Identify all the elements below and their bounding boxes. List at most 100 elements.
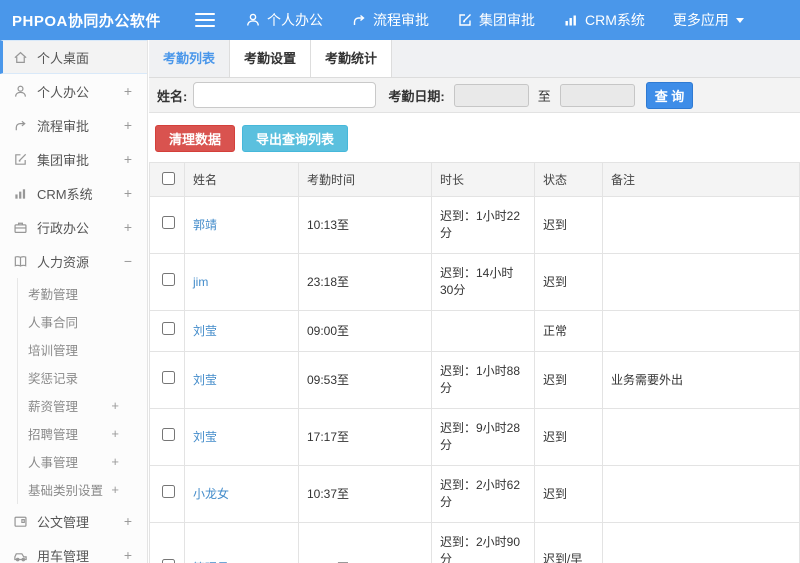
name-label: 姓名: (157, 88, 188, 104)
row-checkbox[interactable] (162, 273, 175, 286)
note (602, 408, 800, 466)
attendance-time: 09:00至 (298, 310, 432, 352)
expand-plus-icon[interactable]: + (124, 185, 132, 201)
employee-name-link[interactable]: 刘莹 (184, 351, 299, 409)
expand-plus-icon[interactable]: + (111, 482, 119, 497)
expand-plus-icon[interactable]: + (124, 117, 132, 133)
car-icon (13, 548, 28, 563)
sidebar-item-label: 公文管理 (37, 514, 90, 530)
sidebar-item-label: 行政办公 (37, 220, 90, 236)
sidebar-subitem-recruit-mgmt[interactable]: 招聘管理 + (18, 419, 147, 447)
main-content: 考勤列表 考勤设置 考勤统计 姓名: 考勤日期: 至 查 询 清理数据 导出查询… (149, 40, 800, 563)
sidebar-subitem-salary-mgmt[interactable]: 薪资管理 + (18, 391, 147, 419)
row-checkbox[interactable] (162, 322, 175, 335)
sidebar-subitem-label: 人事合同 (28, 315, 79, 330)
sidebar-item-personal-office[interactable]: 个人办公 + (0, 74, 147, 108)
status-badge: 迟到 (534, 351, 603, 409)
caret-down-icon (735, 15, 745, 25)
employee-name-link[interactable]: 郭靖 (184, 196, 299, 254)
tab-attendance-stats[interactable]: 考勤统计 (311, 40, 393, 77)
nav-label: 流程审批 (373, 12, 429, 28)
sidebar-item-document-mgmt[interactable]: 公文管理 + (0, 504, 147, 538)
row-checkbox[interactable] (162, 428, 175, 441)
expand-plus-icon[interactable]: + (124, 219, 132, 235)
user-icon (13, 84, 28, 99)
sidebar-subitem-training-mgmt[interactable]: 培训管理 (18, 335, 147, 363)
tab-bar: 考勤列表 考勤设置 考勤统计 (149, 40, 800, 78)
tab-attendance-list[interactable]: 考勤列表 (149, 40, 231, 77)
expand-plus-icon[interactable]: + (111, 398, 119, 413)
nav-workflow-approval[interactable]: 流程审批 (351, 10, 429, 30)
sidebar-subitem-label: 招聘管理 (28, 427, 79, 442)
attendance-time: 10:13至 (298, 196, 432, 254)
expand-plus-icon[interactable]: + (124, 83, 132, 99)
attendance-time: 23:18至 (298, 253, 432, 311)
sidebar-item-label: 集团审批 (37, 152, 90, 168)
sidebar-subitem-personnel-mgmt[interactable]: 人事管理 + (18, 447, 147, 475)
clean-data-button[interactable]: 清理数据 (155, 125, 236, 152)
col-header-name: 姓名 (184, 162, 299, 197)
name-input[interactable] (193, 82, 377, 108)
sidebar-item-crm-system[interactable]: CRM系统 + (0, 176, 147, 210)
nav-more-apps[interactable]: 更多应用 (673, 10, 745, 30)
sidebar-item-personal-desktop[interactable]: 个人桌面 (0, 40, 147, 74)
row-checkbox[interactable] (162, 485, 175, 498)
sidebar-subitem-label: 人事管理 (28, 455, 79, 470)
expand-plus-icon[interactable]: + (124, 513, 132, 529)
employee-name-link[interactable]: jim (184, 253, 299, 311)
duration: 迟到：2小时62分 (431, 465, 535, 523)
top-nav: 个人办公 流程审批 集团审批 CRM系统 更多应用 (245, 10, 745, 30)
nav-group-approval[interactable]: 集团审批 (457, 10, 535, 30)
sidebar-subitem-label: 薪资管理 (28, 399, 79, 414)
note: 业务需要外出 (602, 351, 800, 409)
employee-name-link[interactable]: 刘莹 (184, 310, 299, 352)
tab-attendance-settings[interactable]: 考勤设置 (230, 40, 312, 77)
filter-bar: 姓名: 考勤日期: 至 查 询 (149, 78, 800, 113)
hamburger-icon[interactable] (195, 13, 215, 27)
sidebar: 个人桌面 个人办公 + 流程审批 + 集团审批 + CRM系统 + 行政办公 + (0, 40, 148, 563)
nav-crm-system[interactable]: CRM系统 (563, 10, 645, 30)
sidebar-subitem-hr-contract[interactable]: 人事合同 (18, 307, 147, 335)
collapse-minus-icon[interactable]: − (124, 253, 132, 269)
sidebar-item-workflow-approval[interactable]: 流程审批 + (0, 108, 147, 142)
sidebar-item-group-approval[interactable]: 集团审批 + (0, 142, 147, 176)
sidebar-item-human-resources[interactable]: 人力资源 − (0, 244, 147, 278)
duration (431, 310, 535, 352)
sidebar-subitem-base-category[interactable]: 基础类别设置 + (18, 475, 147, 503)
employee-name-link[interactable]: 小龙女 (184, 465, 299, 523)
nav-label: 集团审批 (479, 12, 535, 28)
expand-plus-icon[interactable]: + (111, 426, 119, 441)
table-row: 郭靖 10:13至 迟到：1小时22分 迟到 (149, 196, 800, 254)
sidebar-subitem-label: 基础类别设置 (28, 483, 104, 498)
employee-name-link[interactable]: 管理员 (184, 522, 299, 563)
sidebar-item-admin-office[interactable]: 行政办公 + (0, 210, 147, 244)
nav-label: 更多应用 (672, 12, 729, 28)
attendance-table: 姓名 考勤时间 时长 状态 备注 郭靖 10:13至 迟到：1小时22分 迟到 (149, 162, 800, 563)
employee-name-link[interactable]: 刘莹 (184, 408, 299, 466)
row-checkbox[interactable] (162, 371, 175, 384)
document-icon (13, 514, 28, 529)
date-start-input[interactable] (453, 83, 529, 107)
export-list-button[interactable]: 导出查询列表 (242, 125, 349, 152)
sidebar-subitem-reward-punish[interactable]: 奖惩记录 (18, 363, 147, 391)
sidebar-item-vehicle-mgmt[interactable]: 用车管理 + (0, 538, 147, 563)
note (602, 310, 800, 352)
col-header-time: 考勤时间 (298, 162, 432, 197)
bar-chart-icon (563, 12, 579, 28)
date-end-input[interactable] (559, 83, 635, 107)
sidebar-subitem-attendance-mgmt[interactable]: 考勤管理 (18, 279, 147, 307)
note (602, 465, 800, 523)
nav-personal-office[interactable]: 个人办公 (245, 10, 323, 30)
status-badge: 正常 (534, 310, 603, 352)
col-header-status: 状态 (534, 162, 603, 197)
expand-plus-icon[interactable]: + (124, 547, 132, 563)
select-all-checkbox[interactable] (162, 171, 175, 185)
search-button[interactable]: 查 询 (646, 81, 693, 109)
row-checkbox[interactable] (162, 559, 175, 563)
attendance-time: 10:54至10:54 (298, 522, 432, 563)
row-checkbox[interactable] (162, 216, 175, 229)
table-header-row: 姓名 考勤时间 时长 状态 备注 (149, 162, 800, 197)
expand-plus-icon[interactable]: + (124, 151, 132, 167)
sidebar-subitem-label: 奖惩记录 (28, 371, 79, 386)
expand-plus-icon[interactable]: + (111, 454, 119, 469)
